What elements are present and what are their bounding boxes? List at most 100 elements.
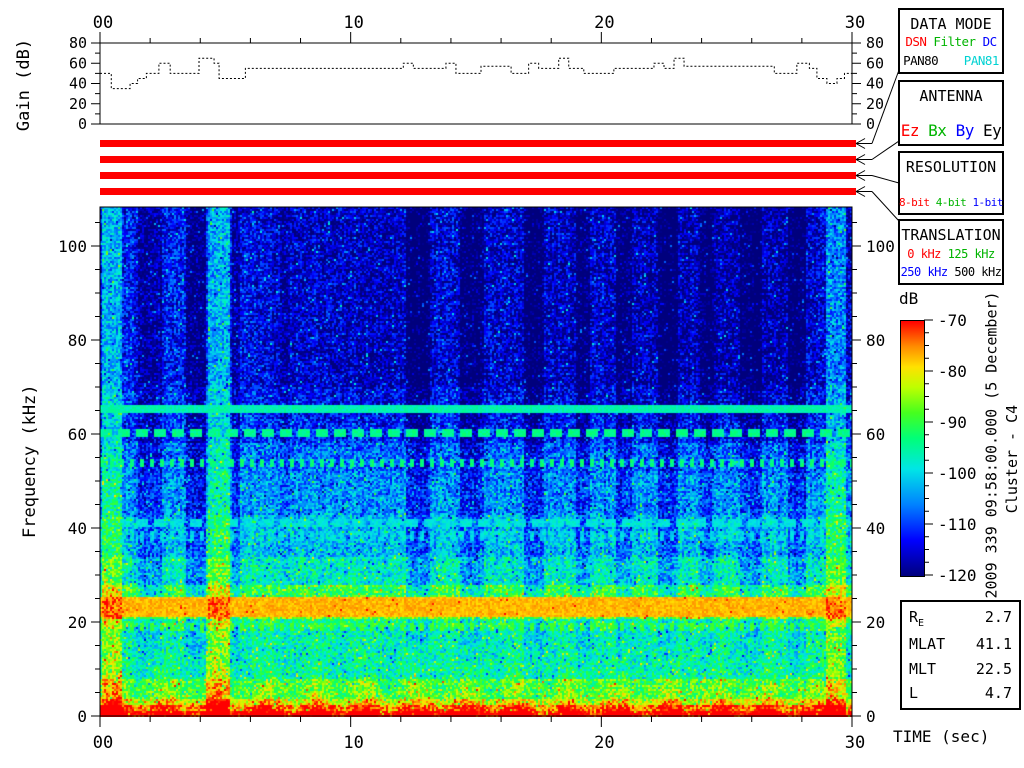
freq-tick-label-right: 60: [866, 425, 885, 444]
info-box-title: RESOLUTION: [905, 158, 997, 176]
freq-tick-label-left: 60: [68, 425, 87, 444]
freq-tick-label-right: 20: [866, 613, 885, 632]
ephemeris-row: L 4.7: [909, 684, 1012, 702]
connector-line: [871, 175, 900, 184]
spectrogram-frame: [99, 206, 853, 717]
colorbar-tick-label: -120: [938, 566, 977, 585]
info-box-value: Ez: [900, 121, 920, 140]
ephemeris-label: MLT: [909, 659, 937, 678]
gain-xtick-label: 30: [845, 13, 865, 33]
connector-line: [871, 140, 900, 160]
info-box-value: Filter: [933, 34, 976, 49]
gain-xtick-label: 20: [594, 13, 614, 33]
colorbar-tick-label: -100: [938, 464, 977, 483]
connector-line: [871, 191, 900, 222]
info-box-value: 0 kHz: [907, 247, 941, 261]
info-box-value: 250 kHz: [900, 265, 949, 279]
colorbar-tick-label: -80: [938, 362, 967, 381]
time-tick-label: 00: [93, 733, 113, 753]
info-box-title: DATA MODE: [910, 15, 992, 33]
info-box-row: 250 kHz 500 kHz: [900, 265, 1002, 279]
freq-tick-label-right: 0: [866, 707, 876, 726]
info-box-value: Bx: [928, 121, 947, 140]
freq-tick-label-left: 80: [68, 331, 87, 350]
freq-tick-label-right: 100: [866, 237, 895, 256]
gain-ytick-label-left: 60: [69, 54, 87, 72]
time-axis-label: TIME (sec): [893, 727, 990, 746]
info-box-translation: TRANSLATION 0 kHz 125 kHz 250 kHz 500 kHz: [898, 219, 1004, 285]
connector-arrowhead: [855, 154, 866, 160]
freq-tick-label-left: 0: [77, 707, 87, 726]
freq-tick-label-left: 100: [58, 237, 87, 256]
info-box-value: [926, 34, 933, 49]
info-box-row: 8-bit 4-bit 1-bit: [899, 196, 1004, 209]
info-box-value: [974, 121, 983, 140]
ephemeris-row: RE 2.7: [909, 608, 1012, 629]
connector-arrowhead: [855, 186, 866, 192]
info-box-value: 4-bit: [935, 196, 967, 209]
info-box-value: DSN: [905, 34, 927, 49]
colorbar-tick-label: -90: [938, 413, 967, 432]
gain-ytick-label-right: 60: [866, 54, 884, 72]
connector-arrowhead: [855, 143, 866, 149]
connector-arrowhead: [855, 170, 866, 176]
gain-ytick-label-right: 0: [866, 115, 875, 133]
info-box-value: Ey: [982, 121, 1002, 140]
info-box-row: DSN Filter DC: [903, 34, 999, 49]
gain-ytick-label-left: 40: [69, 75, 87, 93]
info-box-row: PAN80 PAN81: [903, 53, 999, 68]
ephemeris-value: 41.1: [975, 635, 1012, 654]
info-box-data-mode: DATA MODE DSN Filter DC PAN80 PAN81: [898, 8, 1004, 74]
ephemeris-row: MLAT 41.1: [909, 635, 1012, 653]
time-tick-label: 20: [594, 733, 614, 753]
colorbar-title: dB: [899, 289, 919, 308]
info-box-value: PAN81: [963, 53, 1000, 68]
gain-xtick-label: 00: [93, 13, 113, 33]
connector-arrowhead: [855, 159, 866, 165]
gain-ytick-label-left: 0: [78, 115, 87, 133]
time-tick-label: 10: [343, 733, 363, 753]
spacecraft-annotation: Cluster - C4: [1003, 404, 1021, 514]
ephemeris-box: RE 2.7 MLAT 41.1 MLT 22.5 L 4.7: [900, 600, 1021, 710]
gain-ytick-label-left: 80: [69, 34, 87, 52]
info-box-antenna: ANTENNA Ez Bx By Ey: [898, 80, 1004, 146]
gain-panel-frame: [99, 42, 853, 125]
info-box-resolution: RESOLUTION 8-bit 4-bit 1-bit: [898, 151, 1004, 215]
freq-tick-label-right: 40: [866, 519, 885, 538]
info-box-title: TRANSLATION: [901, 226, 1001, 244]
time-tick-label: 30: [845, 733, 865, 753]
ephemeris-row: MLT 22.5: [909, 660, 1012, 678]
info-box-value: [948, 265, 955, 279]
gain-ytick-label-left: 20: [69, 95, 87, 113]
freq-tick-label-right: 80: [866, 331, 885, 350]
info-box-value: [946, 121, 955, 140]
info-box-title: ANTENNA: [919, 87, 983, 105]
info-box-value: PAN80: [903, 53, 939, 68]
gain-ytick-label-right: 80: [866, 34, 884, 52]
connector-arrowhead: [855, 175, 866, 181]
info-box-value: [941, 247, 948, 261]
gain-ytick-label-right: 40: [866, 75, 884, 93]
info-box-row: Ez Bx By Ey: [900, 121, 1002, 140]
ephemeris-label: MLAT: [909, 635, 946, 654]
connector-arrowhead: [855, 191, 866, 197]
colorbar: [900, 320, 925, 577]
info-box-value: By: [955, 121, 975, 140]
ephemeris-label: L: [909, 683, 919, 702]
freq-tick-label-left: 40: [68, 519, 87, 538]
info-box-value: 1-bit: [972, 196, 1004, 209]
gain-axis-label: Gain (dB): [14, 38, 34, 132]
freq-tick-label-left: 20: [68, 613, 87, 632]
info-box-row: 0 kHz 125 kHz: [903, 247, 999, 261]
info-box-value: DC: [982, 34, 998, 49]
colorbar-tick-label: -110: [938, 515, 977, 534]
axes-overlay: 00 10 20 300 020 2040 4060 6080 800 020 2040 4060 60…: [58, 13, 977, 753]
ephemeris-value: 4.7: [984, 683, 1012, 702]
info-box-value: 8-bit: [898, 196, 930, 209]
datetime-annotation: 2009 339 09:58:00.000 (5 December): [982, 291, 1001, 599]
info-box-value: [976, 34, 983, 49]
ephemeris-value: 22.5: [975, 659, 1012, 678]
ephemeris-label: RE: [909, 608, 925, 630]
gain-xtick-label: 10: [343, 13, 363, 33]
gain-trace: [100, 57, 853, 90]
